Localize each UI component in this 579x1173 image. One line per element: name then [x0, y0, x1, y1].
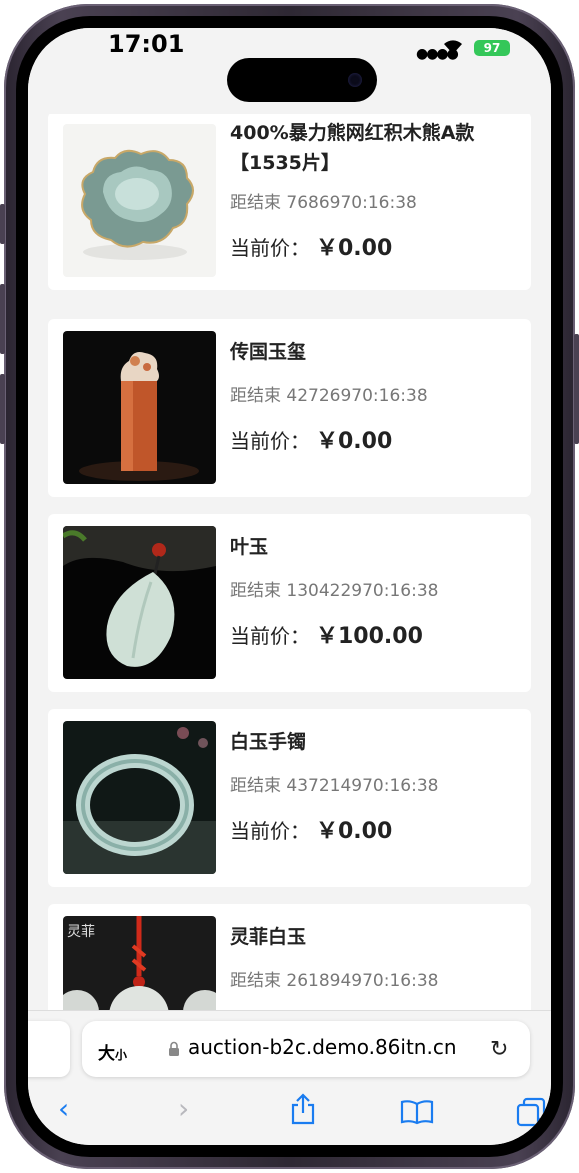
- tabs-icon[interactable]: [516, 1097, 546, 1127]
- item-thumbnail: [63, 721, 216, 874]
- item-countdown: 距结束 42726970:16:38: [230, 386, 428, 406]
- item-price: ￥0.00: [316, 236, 393, 261]
- item-title: 白玉手镯: [230, 731, 307, 753]
- mute-switch: [0, 204, 5, 244]
- thumbnail-logo: 灵菲: [67, 924, 95, 940]
- price-label: 当前价：: [230, 819, 310, 843]
- forward-icon[interactable]: ›: [178, 1095, 189, 1123]
- bookmarks-icon[interactable]: [400, 1099, 434, 1125]
- battery-icon: 97: [474, 40, 510, 56]
- item-price-row: 当前价： ￥0.00: [230, 423, 392, 455]
- item-price: ￥0.00: [316, 819, 393, 844]
- text-size-button[interactable]: 大小: [98, 1039, 127, 1064]
- address-bar[interactable]: 大小 auction-b2c.demo.86itn.cn ↻: [82, 1021, 530, 1077]
- item-title: 灵菲白玉: [230, 926, 307, 948]
- item-title: 400%暴力熊网红积木熊A款【1535片】: [230, 122, 475, 174]
- phone-frame: 17:01 ●●●● 97 400%暴力熊网红积木熊A款【1535片】 距结束 …: [0, 4, 579, 1169]
- item-thumbnail: [63, 124, 216, 277]
- lock-icon: [169, 1041, 179, 1056]
- item-price: ￥100.00: [316, 624, 423, 649]
- list-item[interactable]: 叶玉 距结束 130422970:16:38 当前价： ￥100.00: [48, 514, 531, 692]
- share-icon[interactable]: [290, 1093, 316, 1125]
- item-price-row: 当前价： ￥0.00: [230, 230, 392, 262]
- item-thumbnail: [63, 331, 216, 484]
- reload-icon[interactable]: ↻: [490, 1037, 508, 1062]
- url-text: auction-b2c.demo.86itn.cn: [188, 1035, 457, 1059]
- item-countdown: 距结束 437214970:16:38: [230, 776, 439, 796]
- item-countdown: 距结束 261894970:16:38: [230, 971, 439, 991]
- volume-down-button: [0, 374, 5, 444]
- wifi-icon: [444, 40, 462, 54]
- list-item[interactable]: 传国玉玺 距结束 42726970:16:38 当前价： ￥0.00: [48, 319, 531, 497]
- item-title: 传国玉玺: [230, 341, 307, 363]
- screen: 17:01 ●●●● 97 400%暴力熊网红积木熊A款【1535片】 距结束 …: [28, 28, 551, 1145]
- front-camera: [348, 73, 362, 87]
- price-label: 当前价：: [230, 429, 310, 453]
- status-bar: 17:01 ●●●● 97: [28, 28, 551, 114]
- volume-up-button: [0, 284, 5, 354]
- bezel: 17:01 ●●●● 97 400%暴力熊网红积木熊A款【1535片】 距结束 …: [16, 16, 563, 1157]
- item-countdown: 距结束 130422970:16:38: [230, 581, 439, 601]
- item-countdown: 距结束 7686970:16:38: [230, 193, 417, 213]
- item-price-row: 当前价： ￥0.00: [230, 813, 392, 845]
- previous-tab-preview[interactable]: [28, 1021, 70, 1077]
- item-thumbnail: [63, 526, 216, 679]
- list-item[interactable]: 400%暴力熊网红积木熊A款【1535片】 距结束 7686970:16:38 …: [48, 112, 531, 290]
- back-icon[interactable]: ‹: [58, 1095, 69, 1123]
- power-button: [574, 334, 579, 444]
- price-label: 当前价：: [230, 236, 310, 260]
- item-price: ￥0.00: [316, 429, 393, 454]
- browser-toolbar: 大小 auction-b2c.demo.86itn.cn ↻ ‹ ›: [28, 1010, 551, 1145]
- dynamic-island: [227, 58, 377, 102]
- price-label: 当前价：: [230, 624, 310, 648]
- status-time: 17:01: [108, 30, 185, 58]
- list-item[interactable]: 白玉手镯 距结束 437214970:16:38 当前价： ￥0.00: [48, 709, 531, 887]
- item-price-row: 当前价： ￥100.00: [230, 618, 423, 650]
- item-title: 叶玉: [230, 536, 269, 558]
